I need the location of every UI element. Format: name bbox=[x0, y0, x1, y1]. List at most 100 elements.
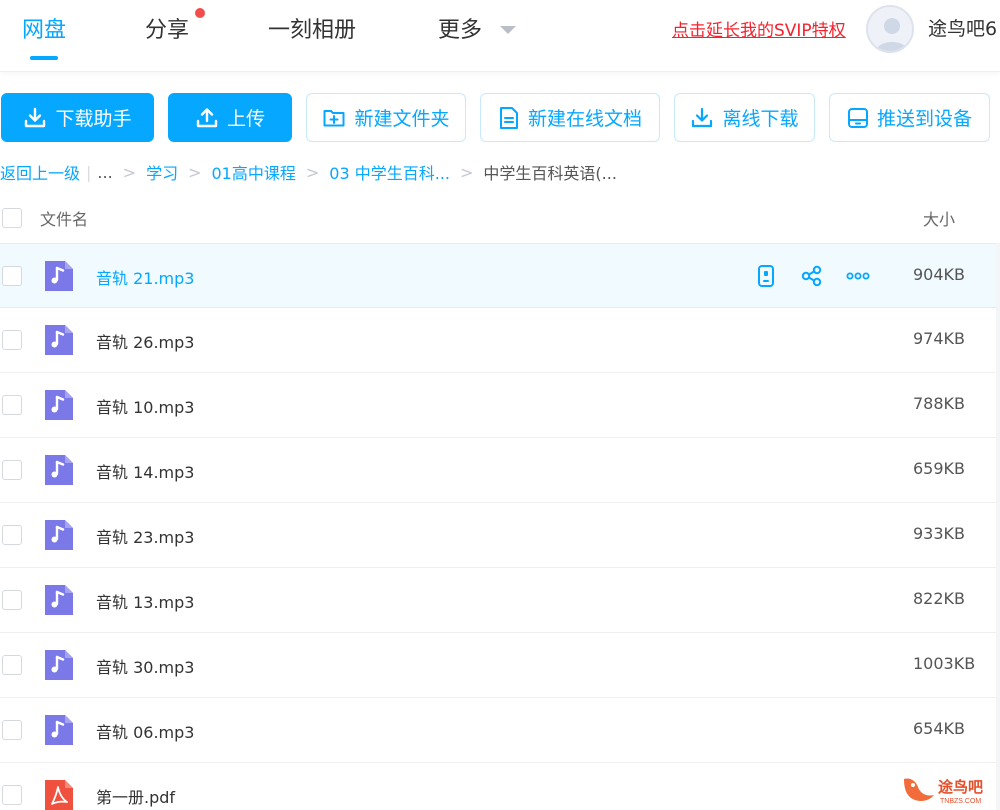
toolbar: 下载助手 上传 新建文件夹 新建在线文档 离线下载 推送到设备 bbox=[0, 93, 1000, 143]
pdf-file-icon bbox=[43, 778, 75, 810]
upload-button[interactable]: 上传 bbox=[168, 93, 292, 142]
notification-dot bbox=[195, 8, 205, 18]
music-file-icon bbox=[43, 648, 75, 682]
file-size: 974KB bbox=[913, 329, 966, 348]
file-row[interactable]: 第一册.pdf bbox=[0, 763, 1000, 810]
file-size: 659KB bbox=[913, 459, 966, 478]
phone-icon[interactable] bbox=[752, 262, 780, 290]
select-all-checkbox[interactable] bbox=[2, 208, 22, 228]
scrollbar[interactable] bbox=[996, 243, 1000, 810]
tab-more[interactable]: 更多 bbox=[438, 12, 482, 44]
row-checkbox[interactable] bbox=[2, 720, 22, 740]
column-header-name[interactable]: 文件名 bbox=[40, 206, 88, 230]
file-list: 音轨 21.mp3 904KB 音轨 26.mp3 974KB 音轨 10.mp3 788… bbox=[0, 243, 1000, 810]
file-name[interactable]: 音轨 06.mp3 bbox=[96, 719, 194, 743]
breadcrumb-item-highschool[interactable]: 01高中课程 bbox=[212, 160, 296, 184]
music-file-icon bbox=[43, 259, 75, 293]
row-checkbox[interactable] bbox=[2, 590, 22, 610]
file-row[interactable]: 音轨 30.mp3 1003KB bbox=[0, 633, 1000, 698]
file-row[interactable]: 音轨 10.mp3 788KB bbox=[0, 373, 1000, 438]
row-checkbox[interactable] bbox=[2, 460, 22, 480]
watermark-logo: 途鸟吧 TNBZS.COM bbox=[900, 773, 996, 807]
music-file-icon bbox=[43, 453, 75, 487]
file-row[interactable]: 音轨 14.mp3 659KB bbox=[0, 438, 1000, 503]
breadcrumb-current: 中学生百科英语(... bbox=[483, 164, 617, 183]
breadcrumb: 返回上一级 | ... > 学习 > 01高中课程 > 03 中学生百科... … bbox=[0, 160, 617, 184]
row-actions bbox=[752, 262, 877, 292]
column-header-size[interactable]: 大小 bbox=[923, 206, 955, 230]
watermark-subtext: TNBZS.COM bbox=[940, 798, 981, 805]
music-file-icon bbox=[43, 323, 75, 357]
device-icon bbox=[847, 107, 868, 128]
file-name[interactable]: 第一册.pdf bbox=[96, 784, 175, 808]
file-name[interactable]: 音轨 10.mp3 bbox=[96, 394, 194, 418]
file-size: 788KB bbox=[913, 394, 966, 413]
file-name[interactable]: 音轨 14.mp3 bbox=[96, 459, 194, 483]
tab-photo-album[interactable]: 一刻相册 bbox=[268, 12, 356, 44]
new-folder-button[interactable]: 新建文件夹 bbox=[306, 93, 466, 142]
row-checkbox[interactable] bbox=[2, 655, 22, 675]
share-icon[interactable] bbox=[798, 262, 826, 290]
file-row[interactable]: 音轨 13.mp3 822KB bbox=[0, 568, 1000, 633]
new-folder-label: 新建文件夹 bbox=[354, 108, 450, 130]
file-size: 822KB bbox=[913, 589, 966, 608]
file-row[interactable]: 音轨 26.mp3 974KB bbox=[0, 308, 1000, 373]
new-online-doc-button[interactable]: 新建在线文档 bbox=[480, 93, 660, 142]
top-navigation: 网盘 分享 一刻相册 更多 点击延长我的SVIP特权 途鸟吧6 bbox=[0, 0, 1000, 72]
download-helper-button[interactable]: 下载助手 bbox=[1, 93, 154, 142]
file-list-header: 文件名 大小 bbox=[0, 198, 1000, 242]
file-size: 654KB bbox=[913, 719, 966, 738]
svip-renew-link[interactable]: 点击延长我的SVIP特权 bbox=[672, 16, 846, 41]
more-icon[interactable] bbox=[844, 262, 872, 290]
row-checkbox[interactable] bbox=[2, 330, 22, 350]
breadcrumb-ellipsis[interactable]: ... bbox=[97, 163, 112, 182]
breadcrumb-item-study[interactable]: 学习 bbox=[146, 160, 178, 184]
file-name[interactable]: 音轨 26.mp3 bbox=[96, 329, 194, 353]
offline-download-label: 离线下载 bbox=[722, 108, 799, 130]
new-online-doc-label: 新建在线文档 bbox=[527, 108, 642, 130]
file-size: 1003KB bbox=[913, 654, 976, 673]
download-helper-label: 下载助手 bbox=[55, 108, 132, 130]
tab-netdisk[interactable]: 网盘 bbox=[22, 12, 66, 44]
username[interactable]: 途鸟吧6 bbox=[928, 14, 1000, 41]
breadcrumb-separator: > bbox=[460, 162, 474, 182]
breadcrumb-separator: > bbox=[122, 162, 137, 182]
music-file-icon bbox=[43, 518, 75, 552]
file-size: 904KB bbox=[913, 265, 966, 284]
file-row[interactable]: 音轨 23.mp3 933KB bbox=[0, 503, 1000, 568]
push-to-device-button[interactable]: 推送到设备 bbox=[829, 93, 990, 142]
upload-label: 上传 bbox=[226, 108, 265, 130]
document-icon bbox=[499, 106, 518, 129]
upload-icon bbox=[196, 107, 218, 127]
breadcrumb-separator: > bbox=[305, 162, 320, 182]
music-file-icon bbox=[43, 713, 75, 747]
file-name[interactable]: 音轨 13.mp3 bbox=[96, 589, 194, 613]
avatar-icon bbox=[868, 7, 912, 51]
watermark-text: 途鸟吧 bbox=[938, 778, 983, 796]
breadcrumb-item-encyclopedia[interactable]: 03 中学生百科... bbox=[329, 160, 450, 184]
chevron-down-icon[interactable] bbox=[500, 26, 516, 34]
tab-share[interactable]: 分享 bbox=[145, 12, 189, 44]
bird-logo-icon: 途鸟吧 TNBZS.COM bbox=[904, 778, 983, 805]
folder-plus-icon bbox=[323, 109, 345, 126]
offline-download-button[interactable]: 离线下载 bbox=[674, 93, 815, 142]
row-checkbox[interactable] bbox=[2, 785, 22, 805]
file-row[interactable]: 音轨 06.mp3 654KB bbox=[0, 698, 1000, 763]
file-name[interactable]: 音轨 23.mp3 bbox=[96, 524, 194, 548]
row-checkbox[interactable] bbox=[2, 395, 22, 415]
breadcrumb-divider: | bbox=[86, 162, 92, 182]
breadcrumb-back-link[interactable]: 返回上一级 bbox=[0, 160, 80, 184]
file-name[interactable]: 音轨 21.mp3 bbox=[96, 265, 194, 289]
file-name[interactable]: 音轨 30.mp3 bbox=[96, 654, 194, 678]
row-checkbox[interactable] bbox=[2, 266, 22, 286]
active-tab-indicator bbox=[30, 56, 58, 60]
music-file-icon bbox=[43, 583, 75, 617]
music-file-icon bbox=[43, 388, 75, 422]
download-icon bbox=[25, 107, 46, 127]
row-checkbox[interactable] bbox=[2, 525, 22, 545]
avatar[interactable] bbox=[866, 5, 914, 53]
download-icon bbox=[692, 107, 713, 127]
file-row[interactable]: 音轨 21.mp3 904KB bbox=[0, 243, 1000, 308]
file-size: 933KB bbox=[913, 524, 966, 543]
breadcrumb-separator: > bbox=[188, 162, 202, 182]
